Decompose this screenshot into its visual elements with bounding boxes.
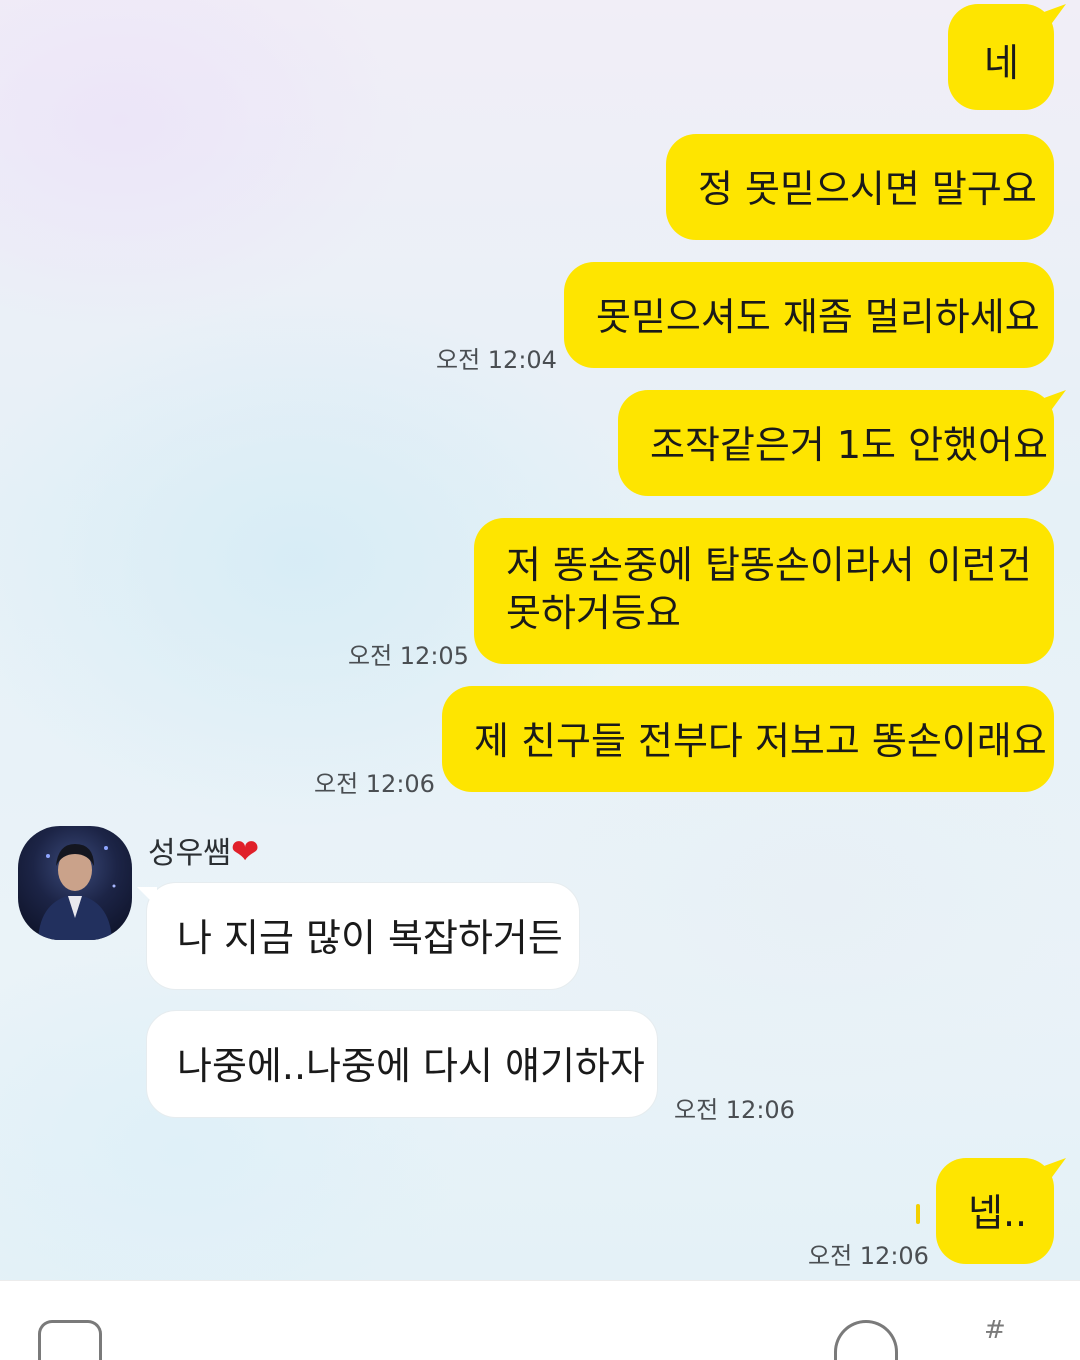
my-message-bubble[interactable]: 넵..: [936, 1158, 1054, 1264]
my-message-bubble[interactable]: 못믿으셔도 재좀 멀리하세요: [564, 262, 1054, 368]
plus-icon[interactable]: [38, 1320, 102, 1360]
message-text-line: 못하거등요: [506, 591, 681, 635]
my-message-bubble[interactable]: 조작같은거 1도 안했어요: [618, 390, 1054, 496]
my-message-bubble[interactable]: 제 친구들 전부다 저보고 똥손이래요: [442, 686, 1054, 792]
message-text: 나중에..나중에 다시 얘기하자: [177, 1044, 645, 1088]
chat-area[interactable]: 네 정 못믿으시면 말구요 오전 12:04 못믿으셔도 재좀 멀리하세요 조작…: [0, 0, 1080, 1280]
their-message-bubble[interactable]: 나 지금 많이 복잡하거든: [137, 882, 580, 990]
unread-indicator: [916, 1204, 920, 1224]
hash-icon[interactable]: #: [984, 1320, 1024, 1341]
message-text: 나 지금 많이 복잡하거든: [177, 916, 563, 960]
message-text: 못믿으셔도 재좀 멀리하세요: [596, 295, 1040, 339]
sender-name: 성우쌤: [148, 836, 231, 871]
their-message-bubble[interactable]: 나중에..나중에 다시 얘기하자: [146, 1010, 658, 1118]
message-text: 넵..: [968, 1191, 1028, 1235]
message-time: 오전 12:05: [348, 642, 469, 670]
message-time: 오전 12:06: [808, 1242, 929, 1270]
sender-avatar[interactable]: [18, 826, 132, 940]
message-text: 정 못믿으시면 말구요: [698, 167, 1037, 211]
message-time: 오전 12:04: [436, 346, 557, 374]
message-text: 조작같은거 1도 안했어요: [650, 423, 1048, 467]
message-time: 오전 12:06: [674, 1096, 795, 1124]
my-message-bubble[interactable]: 네: [948, 4, 1054, 110]
input-bar: [0, 1280, 1080, 1342]
my-message-bubble[interactable]: 정 못믿으시면 말구요: [666, 134, 1054, 240]
message-text-line: 저 똥손중에 탑똥손이라서 이런건: [506, 543, 1032, 587]
message-time: 오전 12:06: [314, 770, 435, 798]
heart-icon: ❤: [230, 832, 260, 872]
message-text: 네: [984, 41, 1019, 85]
avatar-image: [38, 844, 116, 940]
sender-name-row: 성우쌤❤: [148, 828, 259, 872]
my-message-bubble[interactable]: 저 똥손중에 탑똥손이라서 이런건 못하거등요: [474, 518, 1054, 664]
message-text: 제 친구들 전부다 저보고 똥손이래요: [474, 719, 1047, 763]
